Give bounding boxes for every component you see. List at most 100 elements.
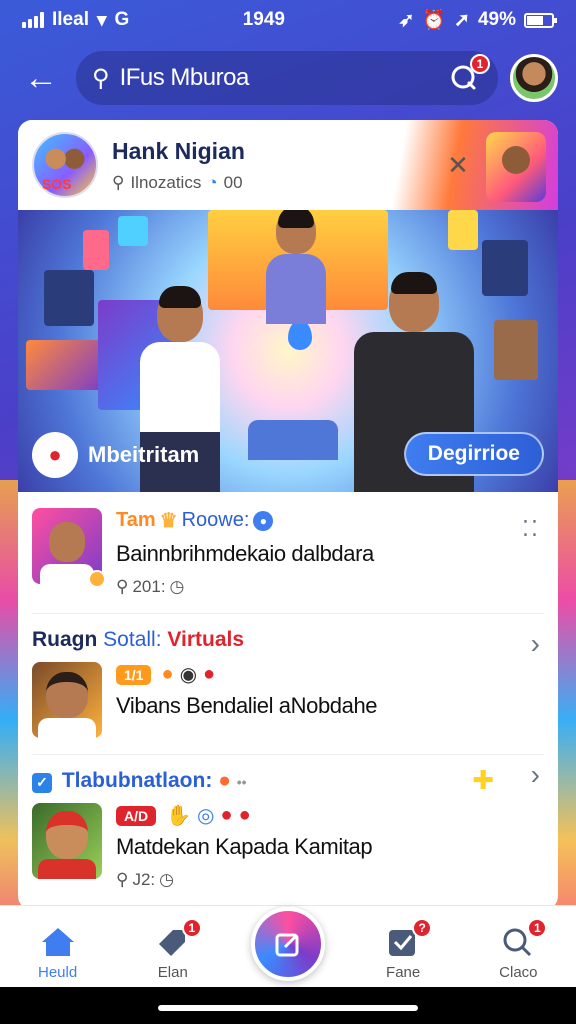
feed-item-text: Matdekan Kapada Kamitap [116,834,373,859]
battery-percent: 49% [477,9,516,30]
feed-item-text: Vibans Bendaliel aNobdahe [116,693,378,718]
feed-avatar[interactable] [32,803,102,879]
alarm-icon: ⏰ [422,10,447,31]
nav-tab-2[interactable]: 1 Elan [118,918,228,981]
feed-item[interactable]: Tam ♛ Roowe: ● Bainnbrihmdekaio dalbdara… [32,492,544,614]
hero-frame [494,320,538,380]
status-bar: Ileal ▾ G 1949 ➶ ⏰ ➚ 49% [0,0,576,40]
feed-list: Tam ♛ Roowe: ● Bainnbrihmdekaio dalbdara… [18,492,558,906]
search-icon: ⚲ [92,64,110,92]
check-icon: ✓ [32,772,52,793]
hero-podium [248,420,338,460]
group-title: Hank Nigian [112,137,245,164]
search-small-icon: ⚲ [116,870,129,889]
clock-small-icon: ◔ [207,172,218,192]
chevron-right-icon[interactable]: › [531,628,540,660]
feed-avatar[interactable] [32,508,106,588]
mascot-icon: ● [32,432,78,478]
hero-console [26,340,106,390]
cellular-icon: ➚ [454,9,470,31]
crown-icon: ♛ [159,510,178,532]
feed-avatar[interactable] [32,662,102,738]
search-bar[interactable]: ⚲ IFus Mburoa 1 [76,51,498,105]
apple-icon: ● [220,804,233,826]
tomato-icon: ● [203,663,216,685]
nav-tab-4-badge: ? [412,918,433,938]
wifi-icon: ▾ [96,9,107,31]
feed-item-text: Bainnbrihmdekaio dalbdara [116,541,374,566]
nav-tab-2-badge: 1 [181,918,202,938]
signal-icon [22,12,44,28]
tomato-icon: ● [238,804,251,826]
group-subtitle: ⚲ Ilnozatics ◔ 00 [112,172,243,192]
feed-item-meta: ⚲ 201: ◷ [116,577,185,596]
eyes-icon: ◉ [179,664,198,686]
reaction-row: A/D ✋ ◎ ● ● [116,803,544,828]
chat-button[interactable]: 1 [446,54,490,96]
dots-icon: •• [236,774,247,790]
section-header: Ruagn Sotall: Virtuals [32,628,245,651]
feed-item-title: Tam ♛ Roowe: ● [116,508,544,533]
nav-home[interactable]: Heuld [3,924,113,981]
star-badge-icon: ✚ [472,765,494,795]
carrier-label: Ileal [52,9,89,30]
create-button[interactable] [250,907,325,981]
reaction-row: 1/1 ● ◉ ● [116,662,544,687]
section-header: ✓ Tlabubnatlaon: ● •• [32,755,544,799]
search-small-icon: ⚲ [116,577,129,596]
hands-icon: ✋ [166,805,192,827]
target-icon: ◎ [197,805,215,827]
feed-item[interactable]: A/D ✋ ◎ ● ● Matdekan Kapada Kamitap ⚲ J2… [32,759,544,906]
hero-cta-button[interactable]: Degirrioe [403,432,544,476]
hero-member-chip[interactable]: ● Mbeitritam [32,430,199,480]
chevron-right-icon[interactable]: › [531,759,540,791]
tag-badge: 1/1 [116,664,152,685]
top-bar: ← ⚲ IFus Mburoa 1 [18,48,558,108]
home-icon [38,924,78,960]
gallery-icon: G [114,9,130,30]
verified-icon: ● [253,510,274,531]
group-card: SOS Hank Nigian ⚲ Ilnozatics ◔ 00 ✕ ● Mb… [18,120,558,910]
hero-banner[interactable]: ● Mbeitritam Degirrioe [18,210,558,492]
header-thumbnail[interactable] [486,132,546,202]
nav-tab-4[interactable]: ? Fane [348,918,458,981]
search-input[interactable]: IFus Mburoa [120,64,436,92]
more-options-icon[interactable]: ⁚⁚ [522,516,540,542]
clock: 1949 [242,9,286,30]
battery-icon [523,12,557,28]
group-header: SOS Hank Nigian ⚲ Ilnozatics ◔ 00 ✕ [18,120,558,210]
location-icon: ➶ [398,9,415,31]
clock-small-icon: ◷ [159,870,174,889]
nav-create[interactable] [233,907,343,981]
fire-icon: ● [218,769,231,792]
clock-small-icon: ◷ [169,577,185,596]
hero-panel-icon [448,210,478,250]
close-icon: ✕ [447,149,469,180]
bottom-nav: Heuld 1 Elan ? Fane 1 Claco [0,905,576,987]
hero-screen-left [44,270,94,326]
hero-left-label: Mbeitritam [88,442,200,467]
hero-panel-icon [83,230,109,270]
group-avatar-badge: SOS [42,176,72,192]
nav-tab-5-badge: 1 [527,918,548,938]
feed-item[interactable]: 1/1 ● ◉ ● Vibans Bendaliel aNobdahe › [32,628,544,755]
chat-badge: 1 [470,54,490,74]
tag-badge: A/D [116,805,157,826]
hero-person-center [266,210,326,324]
nav-tab-5-label: Claco [499,964,538,981]
home-indicator[interactable] [158,1005,418,1011]
hero-panel-icon [118,216,148,246]
close-button[interactable]: ✕ [442,150,474,181]
nav-home-label: Heuld [37,964,78,981]
group-avatar[interactable]: SOS [32,132,98,198]
orange-icon: ● [161,663,174,685]
drop-icon [288,320,312,350]
profile-avatar[interactable] [510,54,558,102]
search-small-icon: ⚲ [112,172,125,192]
back-button[interactable]: ← [18,55,64,101]
nav-tab-2-label: Elan [157,964,188,981]
nav-tab-5[interactable]: 1 Claco [463,918,573,981]
feed-item-meta: ⚲ J2: ◷ [116,870,174,889]
edit-icon [275,933,299,957]
nav-tab-4-label: Fane [386,964,421,981]
